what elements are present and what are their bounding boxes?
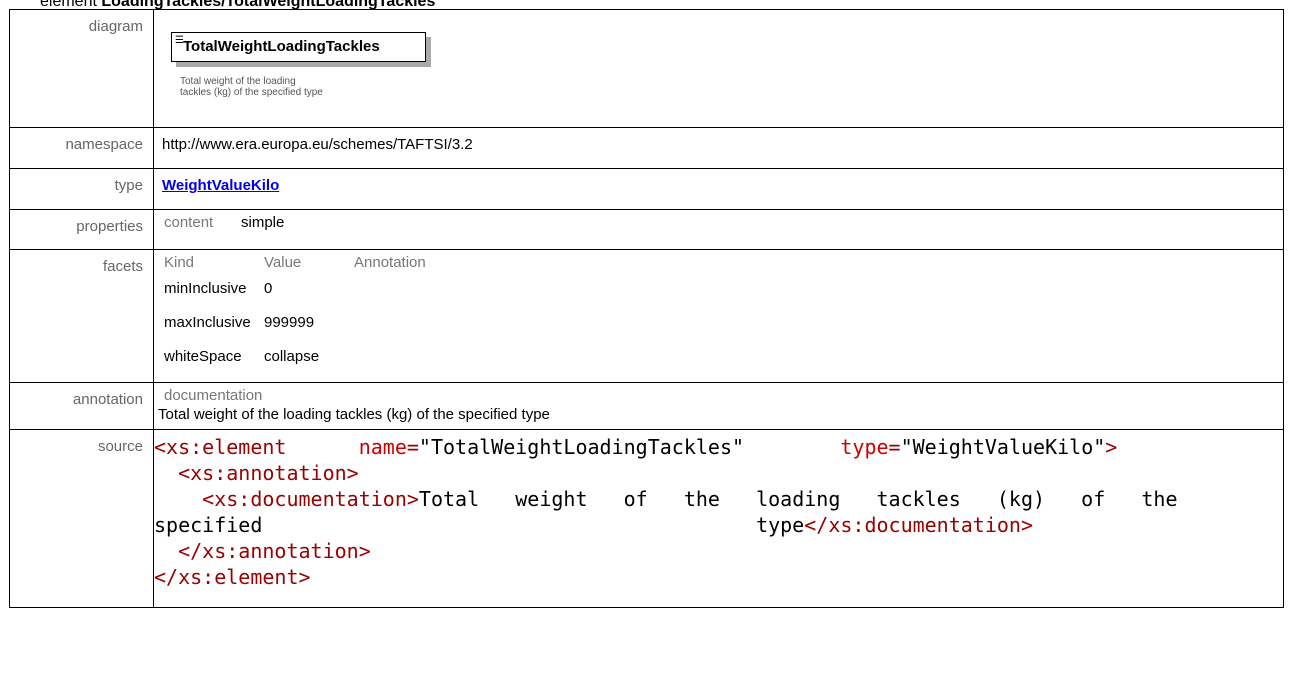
type-cell: WeightValueKilo	[153, 168, 1284, 210]
properties-cell: content simple	[153, 209, 1284, 250]
type-row: type WeightValueKilo	[9, 168, 1284, 210]
facet-row: whiteSpace collapse	[162, 348, 426, 382]
facet-value: 0	[264, 280, 273, 297]
diagram-cell	[153, 9, 1284, 128]
facets-header-row: Kind Value Annotation	[162, 254, 426, 280]
src-attr-name-value: "TotalWeightLoadingTackles"	[418, 435, 745, 459]
src-attr-type: type	[840, 435, 889, 459]
annotation-row: annotation documentation Total weight of…	[9, 382, 1284, 430]
src-doc-text-3: type	[756, 513, 805, 537]
facet-value: collapse	[264, 348, 320, 365]
diagram-element-name: TotalWeightLoadingTackles	[183, 38, 380, 55]
facets-header-value: Value	[264, 254, 302, 271]
annotation-cell: documentation Total weight of the loadin…	[153, 382, 1284, 430]
facet-row: maxInclusive 999999	[162, 314, 426, 348]
type-label: type	[9, 168, 154, 210]
src-element-close: </xs:element>	[154, 565, 311, 589]
properties-value: simple	[241, 214, 285, 231]
namespace-label: namespace	[9, 127, 154, 169]
facets-row: facets Kind Value Annotation minInclusiv…	[9, 249, 1284, 383]
annotation-text: Total weight of the loading tackles (kg)…	[158, 406, 550, 423]
src-documentation-close: </xs:documentation>	[804, 513, 1034, 537]
namespace-row: namespace http://www.era.europa.eu/schem…	[9, 127, 1284, 169]
src-annotation-open: <xs:annotation>	[178, 461, 359, 485]
src-annotation-close: </xs:annotation>	[178, 539, 371, 563]
properties-label: properties	[9, 209, 154, 250]
source-label: source	[9, 429, 154, 608]
facets-header-kind: Kind	[164, 254, 195, 271]
facet-value: 999999	[264, 314, 315, 331]
diagram-row: diagram	[9, 9, 1284, 128]
properties-key: content	[164, 214, 214, 231]
facet-row: minInclusive 0	[162, 280, 426, 314]
namespace-value: http://www.era.europa.eu/schemes/TAFTSI/…	[153, 127, 1284, 169]
diagram-label: diagram	[9, 9, 154, 128]
facet-kind: whiteSpace	[164, 348, 242, 365]
facets-label: facets	[9, 249, 154, 383]
source-cell: <xs:element name="TotalWeightLoadingTack…	[153, 429, 1284, 608]
facet-kind: minInclusive	[164, 280, 247, 297]
src-doc-text-1: Total weight of the loading tackles (kg)…	[418, 487, 1178, 511]
facets-cell: Kind Value Annotation minInclusive 0 max…	[153, 249, 1284, 383]
diagram-note-line: tackles (kg) of the specified type	[180, 87, 323, 98]
src-attr-name: name	[358, 435, 407, 459]
src-documentation-open: <xs:documentation>	[202, 487, 419, 511]
facet-kind: maxInclusive	[164, 314, 251, 331]
facets-header-annotation: Annotation	[354, 254, 426, 271]
annotation-label: annotation	[9, 382, 154, 430]
annotation-head: documentation	[164, 387, 263, 404]
type-link[interactable]: WeightValueKilo	[162, 177, 279, 194]
properties-row: properties content simple	[9, 209, 1284, 250]
facets-table: Kind Value Annotation minInclusive 0 max…	[162, 254, 426, 382]
source-row: source <xs:element name="TotalWeightLoad…	[9, 429, 1284, 608]
properties-table: diagram namespace http://www.era.europa.…	[9, 9, 1284, 608]
diagram-element-box[interactable]: ☰ TotalWeightLoadingTackles	[171, 32, 426, 62]
diagram-note: Total weight of the loading tackles (kg)…	[180, 76, 323, 98]
src-attr-type-value: "WeightValueKilo"	[900, 435, 1106, 459]
src-doc-text-2: specified	[154, 513, 263, 537]
src-element-open: <xs:element	[154, 435, 287, 459]
diagram-note-line: Total weight of the loading	[180, 76, 296, 87]
source-code: <xs:element name="TotalWeightLoadingTack…	[154, 435, 1178, 589]
